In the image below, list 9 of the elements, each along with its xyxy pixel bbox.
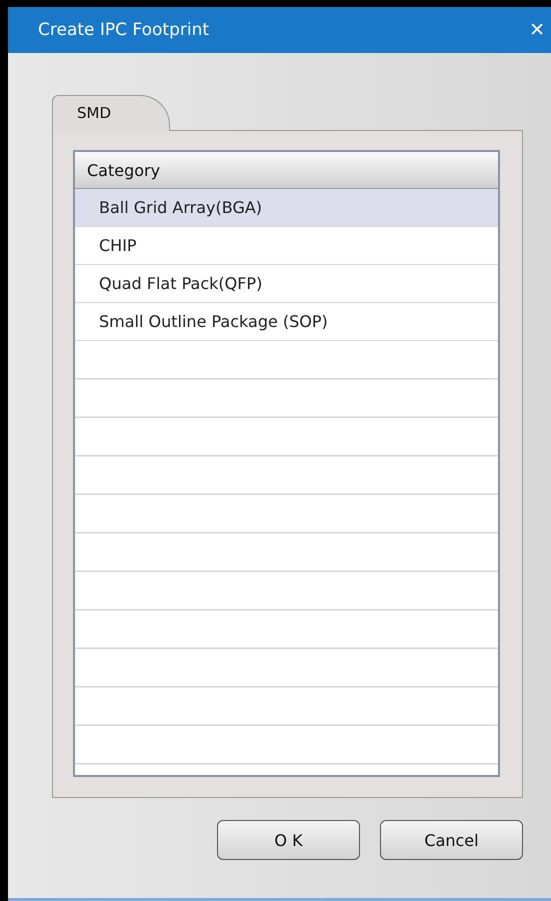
- tab[interactable]: SMD: [52, 95, 170, 131]
- close-button[interactable]: ✕: [523, 10, 551, 50]
- ok-button[interactable]: O K: [217, 820, 360, 860]
- cancel-button[interactable]: Cancel: [380, 820, 523, 860]
- window-title: Create IPC Footprint: [38, 20, 210, 40]
- list-item[interactable]: Quad Flat Pack(QFP): [75, 265, 498, 303]
- list-item[interactable]: Ball Grid Array(BGA): [75, 189, 498, 227]
- column-header[interactable]: Category: [75, 152, 498, 189]
- list-item[interactable]: CHIP: [75, 227, 498, 265]
